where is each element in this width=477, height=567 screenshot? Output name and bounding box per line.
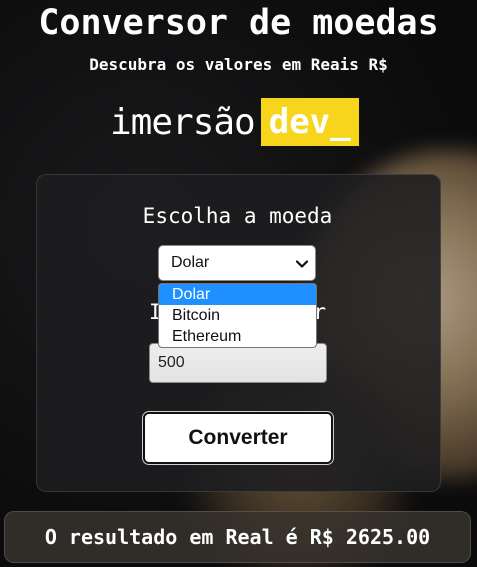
- value-input-text: 500: [158, 354, 185, 371]
- result-banner: O resultado em Real é R$ 2625.00: [4, 511, 471, 563]
- logo-badge: dev_: [260, 98, 359, 146]
- logo-text: imersão: [110, 101, 256, 143]
- chevron-down-icon: [295, 260, 309, 268]
- value-input[interactable]: 500: [149, 343, 327, 383]
- option-bitcoin[interactable]: Bitcoin: [159, 305, 316, 326]
- currency-label: Escolha a moeda: [142, 204, 333, 228]
- option-ethereum[interactable]: Ethereum: [159, 326, 316, 347]
- imersao-dev-logo: imersão dev_: [110, 98, 359, 146]
- result-text: O resultado em Real é R$ 2625.00: [44, 525, 431, 549]
- convert-button[interactable]: Converter: [143, 412, 333, 464]
- option-dolar[interactable]: Dolar: [159, 284, 316, 305]
- currency-select[interactable]: Dolar: [158, 245, 316, 281]
- page-title: Conversor de moedas: [38, 3, 439, 43]
- currency-select-value: Dolar: [171, 254, 210, 271]
- page-subtitle: Descubra os valores em Reais R$: [89, 55, 388, 74]
- currency-dropdown-list: Dolar Bitcoin Ethereum: [158, 283, 317, 348]
